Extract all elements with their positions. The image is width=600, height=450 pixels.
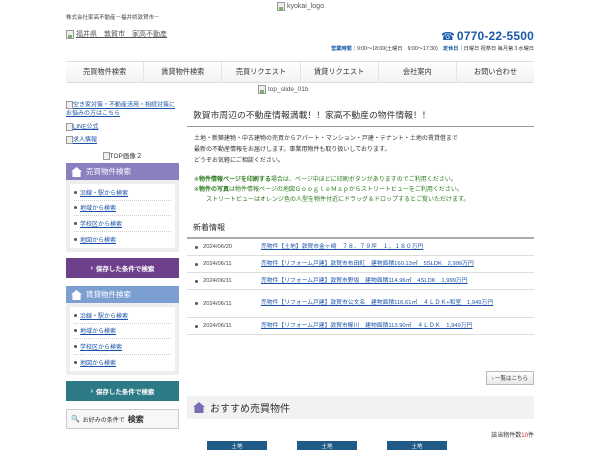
search-icon: 🔍: [71, 416, 80, 424]
notes-text: ※物件情報ページを印刷する場合は、ページ中ほどに印刷ボタンがありますのでご利用く…: [194, 177, 470, 203]
rent-search-list: 沿線・駅から検索 地域から検索 学校区から検索 地図から検索: [66, 303, 179, 376]
house-icon: [71, 166, 82, 177]
rent-search-heading: 賃貸物件検索: [66, 286, 179, 304]
sale-search-list: 沿線・駅から検索 地域から検索 学校区から検索 地図から検索: [66, 180, 179, 253]
bullet-icon: [195, 262, 198, 266]
nav-sale-search[interactable]: 売買物件検索: [66, 62, 143, 82]
list-item: 学校区から検索: [74, 216, 171, 232]
broken-image-icon: [66, 136, 73, 145]
kyokai-logo: kyokai_logo: [277, 2, 324, 11]
broken-image-icon: [102, 152, 110, 161]
broken-image-icon: [66, 101, 73, 109]
nav-company[interactable]: 会社案内: [377, 62, 456, 82]
nav-rent-request[interactable]: 賃貸リクエスト: [299, 62, 378, 82]
property-card-label[interactable]: 土地: [387, 441, 447, 450]
rent-line-station-link[interactable]: 沿線・駅から検索: [80, 311, 128, 320]
top-slide-image: top_slide_01b: [258, 85, 308, 94]
table-row: 2024/06/20 売物件【土地】敦賀市金ヶ崎 ７８．７９坪 １，１８０万円: [187, 239, 534, 256]
news-heading: 新着情報: [187, 222, 534, 239]
top-image-2: TOP画像２: [66, 150, 179, 161]
rent-map-link[interactable]: 地図から検索: [80, 358, 116, 367]
news-link[interactable]: 売物件【リフォーム戸建】敦賀市布田町 建物面積160.13㎡ 5SLDK 2,9…: [261, 260, 480, 269]
telephone-icon: ☎: [440, 30, 455, 43]
list-item: 学校区から検索: [74, 339, 171, 355]
table-row: 2024/06/11 売物件【リフォーム戸建】敦賀市櫛川 建物面積113.90㎡ …: [187, 318, 534, 335]
house-icon: [193, 402, 205, 413]
site-tagline: 株式会社家高不動産－福井県敦賀市－: [66, 15, 160, 21]
sale-line-station-link[interactable]: 沿線・駅から検索: [80, 188, 128, 197]
rent-school-link[interactable]: 学校区から検索: [80, 342, 122, 351]
intro-text: 土地・新築建物・中古建物の売買からアパート・マンション・戸建・テナント・土地の賃…: [194, 136, 458, 164]
chevron-right-icon: ›: [90, 264, 93, 272]
chevron-right-icon: ›: [90, 387, 93, 395]
property-card-label[interactable]: 土地: [297, 441, 357, 450]
broken-image-icon: [277, 2, 285, 11]
sidebar: 空き家対策・不動産活用・相続対策にお悩みの方はこちら LINE公式 求人情報 T…: [66, 101, 179, 430]
sale-area-link[interactable]: 地域から検索: [80, 203, 116, 212]
news-more-button[interactable]: › 一覧はこちら: [485, 371, 534, 385]
rent-saved-search-button[interactable]: › 保存した条件で検索: [66, 381, 179, 402]
sale-saved-search-button[interactable]: › 保存した条件で検索: [66, 258, 179, 279]
job-banner-link[interactable]: 求人情報: [66, 136, 179, 145]
news-link[interactable]: 売物件【リフォーム戸建】敦賀市公文名 建物面積116.61㎡ ４ＬＤＫ+和室 1…: [261, 299, 499, 308]
phone-number[interactable]: ☎ 0770-22-5500: [441, 29, 534, 43]
property-tabs: 土地 土地 土地: [187, 441, 534, 450]
site-logo-link[interactable]: 福井県 敦賀市 家高不動産: [66, 29, 167, 39]
nav-contact[interactable]: お問い合わせ: [455, 62, 534, 82]
global-nav: 売買物件検索 賃貸物件検索 売買リクエスト 賃貸リクエスト 会社案内 お問い合わ…: [66, 61, 534, 83]
table-row: 2024/06/11 売物件【リフォーム戸建】敦賀市野坂 建物面積114.96㎡ …: [187, 273, 534, 290]
line-banner-link[interactable]: LINE公式: [66, 122, 179, 132]
table-row: 2024/06/11 売物件【リフォーム戸建】敦賀市公文名 建物面積116.61㎡…: [187, 290, 534, 318]
news-list: 2024/06/20 売物件【土地】敦賀市金ヶ崎 ７８．７９坪 １，１８０万円 2…: [187, 239, 534, 335]
business-hours: 営業時間｜9:00～18:00(土曜日 9:00～17:30) 定休日｜日曜日 …: [330, 46, 534, 52]
list-item: 地図から検索: [74, 232, 171, 248]
news-link[interactable]: 売物件【リフォーム戸建】敦賀市野坂 建物面積114.96㎡ 4SLDK 1,99…: [261, 277, 474, 286]
broken-image-icon: [66, 122, 73, 131]
bullet-icon: [195, 324, 198, 328]
akiya-banner-link[interactable]: 空き家対策・不動産活用・相続対策にお悩みの方はこちら: [66, 101, 179, 118]
result-count: 該当物件数10件: [491, 433, 534, 439]
list-item: 沿線・駅から検索: [74, 308, 171, 324]
nav-rent-search[interactable]: 賃貸物件検索: [143, 62, 221, 82]
list-item: 地域から検索: [74, 324, 171, 340]
bullet-icon: [195, 245, 198, 249]
broken-image-icon: [258, 85, 266, 94]
table-row: 2024/06/11 売物件【リフォーム戸建】敦賀市布田町 建物面積160.13㎡…: [187, 256, 534, 273]
sale-map-link[interactable]: 地図から検索: [80, 235, 116, 244]
page-headline: 敦賀市周辺の不動産情報満載！！家高不動産の物件情報！！: [187, 101, 534, 127]
list-item: 沿線・駅から検索: [74, 185, 171, 201]
bullet-icon: [195, 279, 198, 283]
nav-sale-request[interactable]: 売買リクエスト: [221, 62, 299, 82]
main-content: 敦賀市周辺の不動産情報満載！！家高不動産の物件情報！！ 土地・新築建物・中古建物…: [187, 101, 534, 450]
sale-school-link[interactable]: 学校区から検索: [80, 219, 122, 228]
house-icon: [71, 289, 82, 300]
news-link[interactable]: 売物件【リフォーム戸建】敦賀市櫛川 建物面積113.90㎡ ４ＬＤＫ 1,949…: [261, 322, 478, 331]
property-card-label[interactable]: 土地: [207, 441, 267, 450]
list-item: 地図から検索: [74, 355, 171, 371]
chevron-right-icon: ›: [491, 376, 494, 382]
custom-search-box[interactable]: 🔍 お好みの条件で 検索: [66, 409, 179, 430]
list-item: 地域から検索: [74, 201, 171, 217]
bullet-icon: [195, 302, 198, 305]
recommended-heading: おすすめ売買物件: [187, 396, 534, 419]
rent-area-link[interactable]: 地域から検索: [80, 326, 116, 335]
news-link[interactable]: 売物件【土地】敦賀市金ヶ崎 ７８．７９坪 １，１８０万円: [261, 243, 429, 252]
broken-image-icon: [66, 29, 74, 39]
sale-search-heading: 売買物件検索: [66, 163, 179, 181]
